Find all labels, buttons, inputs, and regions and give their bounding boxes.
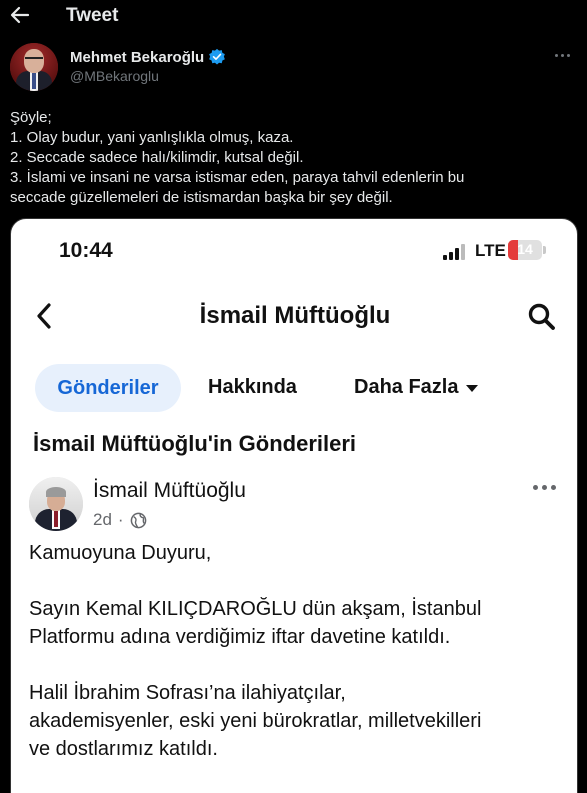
author-handle[interactable]: @MBekaroglu <box>70 68 159 84</box>
tweet-line: 1. Olay budur, yani yanlışlıkla olmuş, k… <box>10 129 294 146</box>
post-line: Sayın Kemal KILIÇDAROĞLU dün akşam, İsta… <box>29 598 482 620</box>
tweet-line: 3. İslami ve insani ne varsa istismar ed… <box>10 169 465 186</box>
attached-screenshot[interactable]: 10:44 LTE 14 İsmail Müftüoğlu Gönderiler… <box>10 218 578 793</box>
section-title: İsmail Müftüoğlu'in Gönderileri <box>33 431 357 456</box>
tab-more-label: Daha Fazla <box>354 376 459 398</box>
post-author-avatar[interactable] <box>29 477 83 531</box>
post-line: Kamuoyuna Duyuru, <box>29 542 212 564</box>
tweet-header: Tweet <box>0 0 587 34</box>
post-line: akademisyenler, eski yeni bürokratlar, m… <box>29 710 482 732</box>
post-line: Halil İbrahim Sofrası’na ilahiyatçılar, <box>29 682 346 704</box>
post-time[interactable]: 2d <box>93 510 112 530</box>
network-label: LTE <box>475 241 506 260</box>
caret-down-icon <box>466 385 479 392</box>
globe-icon <box>130 512 146 528</box>
battery-level: 14 <box>517 241 533 257</box>
verified-badge-icon <box>209 48 226 65</box>
arrow-left-icon[interactable] <box>10 4 30 26</box>
author-avatar[interactable] <box>10 43 58 91</box>
post-line: Platformu adına verdiğimiz iftar davetin… <box>29 626 451 648</box>
tab-more[interactable]: Daha Fazla <box>354 376 479 399</box>
tweet-text: Şöyle; 1. Olay budur, yani yanlışlıkla o… <box>10 108 580 208</box>
search-icon[interactable] <box>527 302 557 332</box>
post-meta: 2d · <box>93 510 147 530</box>
profile-title: İsmail Müftüoğlu <box>199 302 391 329</box>
tweet-line: Şöyle; <box>10 109 52 126</box>
post-more-icon[interactable] <box>533 485 556 490</box>
status-time: 10:44 <box>59 239 113 262</box>
page-title: Tweet <box>66 5 119 26</box>
post-body: Kamuoyuna Duyuru, Sayın Kemal KILIÇDAROĞ… <box>29 539 569 763</box>
meta-separator: · <box>117 510 124 529</box>
post-author-name[interactable]: İsmail Müftüoğlu <box>93 479 246 503</box>
tab-about[interactable]: Hakkında <box>208 376 297 399</box>
tweet-line: seccade güzellemeleri de istismardan baş… <box>10 189 393 206</box>
post-line: ve dostlarımız katıldı. <box>29 738 218 760</box>
more-options-icon[interactable] <box>555 50 575 60</box>
signal-bars-icon <box>443 244 465 260</box>
battery-tip <box>543 246 546 254</box>
tweet-line: 2. Seccade sadece halı/kilimdir, kutsal … <box>10 149 304 166</box>
battery-icon: 14 <box>508 240 542 260</box>
author-name[interactable]: Mehmet Bekaroğlu <box>70 49 204 66</box>
tab-posts[interactable]: Gönderiler <box>35 364 181 412</box>
author-name-row[interactable]: Mehmet Bekaroğlu <box>70 48 226 66</box>
